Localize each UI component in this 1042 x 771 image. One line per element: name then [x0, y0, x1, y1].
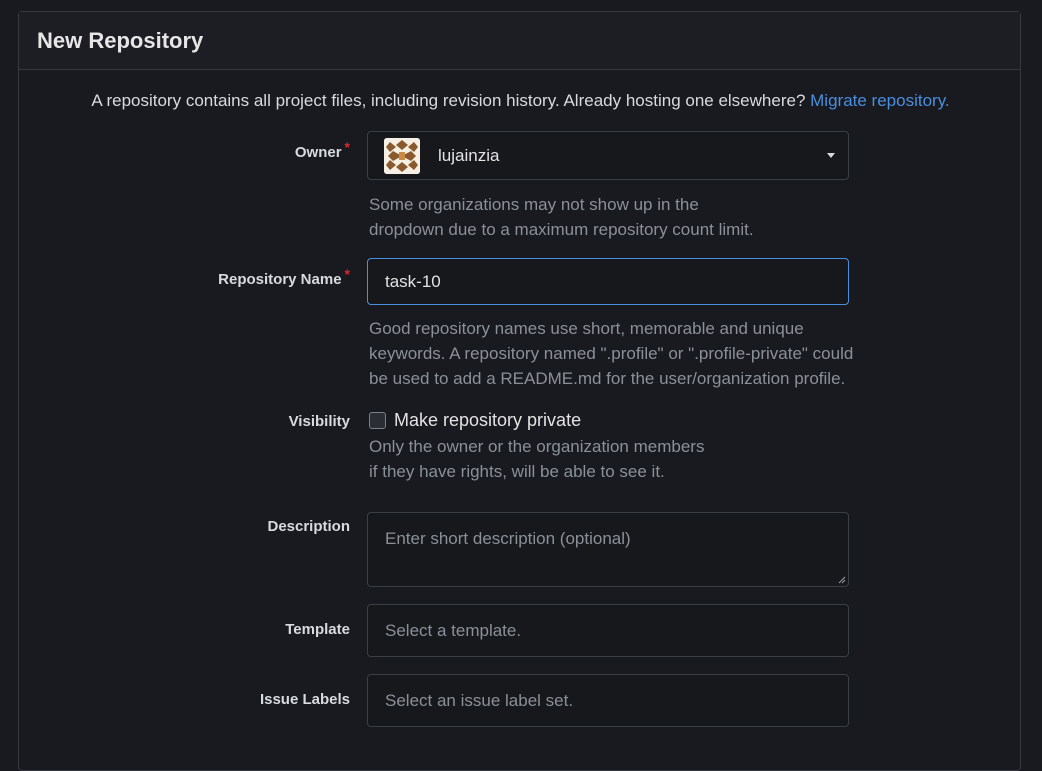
chevron-down-icon — [827, 153, 835, 158]
issue-labels-placeholder: Select an issue label set. — [385, 690, 574, 710]
template-dropdown[interactable]: Select a template. — [367, 604, 849, 657]
owner-help: Some organizations may not show up in th… — [369, 192, 754, 242]
visibility-help-line: if they have rights, will be able to see… — [369, 462, 665, 481]
visibility-label: Visibility — [288, 413, 350, 430]
visibility-help-line: Only the owner or the organization membe… — [369, 437, 705, 456]
repo-name-help: Good repository names use short, memorab… — [369, 316, 853, 391]
private-checkbox[interactable] — [369, 412, 386, 429]
owner-label: Owner * — [294, 139, 350, 161]
repo-name-help-line: be used to add a README.md for the user/… — [369, 369, 846, 388]
owner-dropdown[interactable]: lujainzia — [367, 131, 849, 180]
new-repository-panel: New Repository A repository contains all… — [18, 11, 1021, 771]
description-textarea[interactable]: Enter short description (optional) — [367, 512, 849, 587]
owner-help-line: dropdown due to a maximum repository cou… — [369, 220, 754, 239]
repo-name-help-line: Good repository names use short, memorab… — [369, 319, 804, 338]
repo-name-value: task-10 — [385, 271, 441, 291]
repo-name-help-line: keywords. A repository named ".profile" … — [369, 344, 854, 363]
required-mark: * — [344, 266, 350, 282]
repo-name-label-text: Repository Name — [218, 271, 342, 288]
intro-text: A repository contains all project files,… — [19, 91, 1022, 111]
issue-labels-label: Issue Labels — [259, 691, 350, 708]
owner-help-line: Some organizations may not show up in th… — [369, 195, 699, 214]
owner-label-text: Owner — [294, 144, 342, 161]
panel-header: New Repository — [19, 12, 1020, 70]
template-label: Template — [285, 621, 350, 638]
private-checkbox-label[interactable]: Make repository private — [394, 410, 581, 431]
issue-labels-dropdown[interactable]: Select an issue label set. — [367, 674, 849, 727]
template-placeholder: Select a template. — [385, 620, 522, 640]
page-title: New Repository — [37, 27, 204, 53]
resize-handle-icon[interactable] — [838, 576, 846, 584]
description-label: Description — [267, 518, 350, 535]
repo-name-label: Repository Name * — [218, 266, 350, 288]
owner-avatar-icon — [384, 137, 420, 174]
repo-name-input[interactable]: task-10 — [367, 258, 849, 305]
description-placeholder: Enter short description (optional) — [385, 529, 631, 548]
migrate-repository-link[interactable]: Migrate repository. — [810, 91, 950, 110]
owner-value: lujainzia — [438, 145, 500, 165]
visibility-help: Only the owner or the organization membe… — [369, 434, 704, 484]
required-mark: * — [344, 139, 350, 155]
intro-description: A repository contains all project files,… — [91, 91, 806, 110]
